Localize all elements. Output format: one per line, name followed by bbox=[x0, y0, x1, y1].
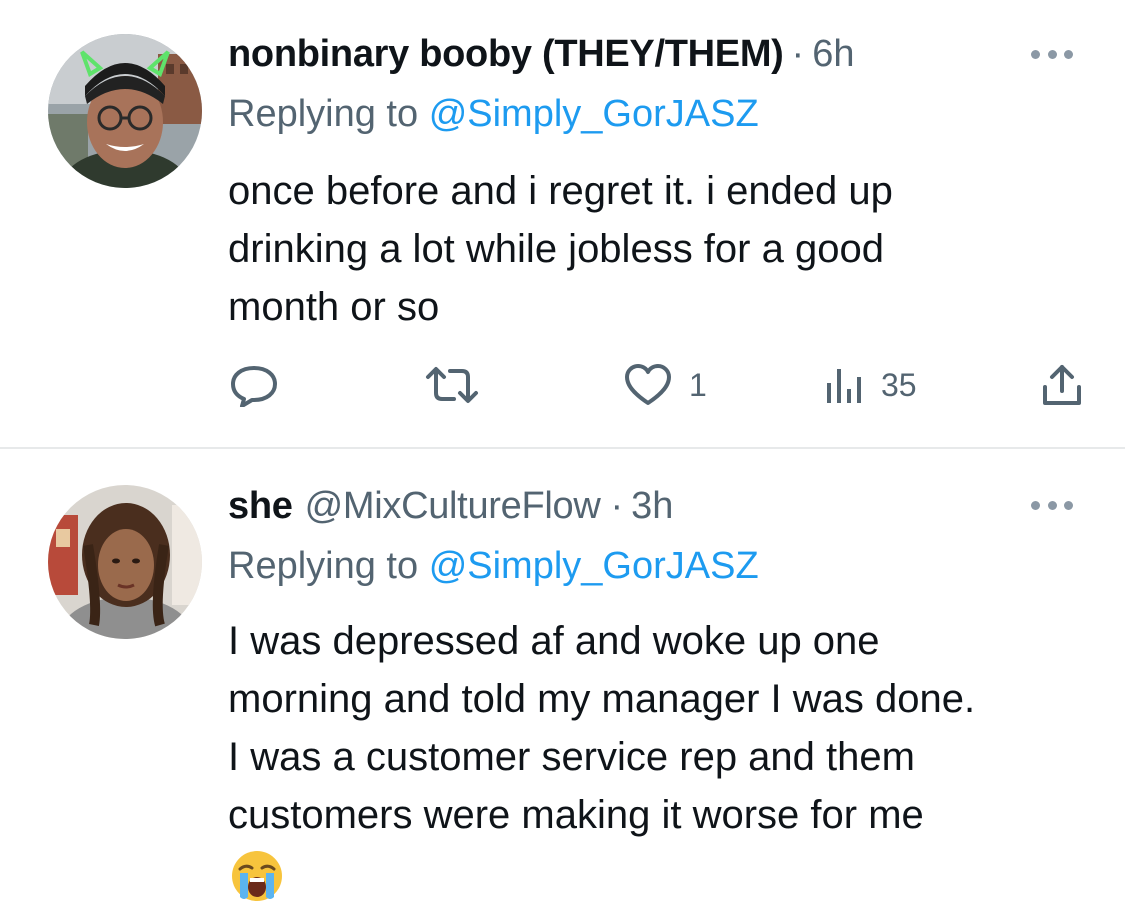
views-button[interactable]: 35 bbox=[823, 360, 917, 410]
separator-dot: · bbox=[610, 485, 624, 527]
handle[interactable]: @MixCultureFlow bbox=[305, 481, 601, 531]
views-icon bbox=[823, 365, 865, 405]
timestamp[interactable]: 6h bbox=[812, 29, 854, 79]
share-button[interactable] bbox=[1040, 360, 1084, 410]
replying-prefix: Replying to bbox=[228, 93, 419, 135]
tweet-reply-2[interactable]: she @MixCultureFlow · 3h Replying to @Si… bbox=[0, 449, 1125, 911]
display-name[interactable]: nonbinary booby (THEY/THEM) bbox=[228, 29, 784, 79]
replying-to: Replying to @Simply_GorJASZ bbox=[228, 541, 759, 591]
tweet-actions: 1 35 bbox=[0, 360, 1125, 410]
avatar[interactable] bbox=[48, 34, 202, 188]
tweet-text: once before and i regret it. i ended up … bbox=[228, 169, 893, 329]
more-options-icon[interactable] bbox=[1031, 44, 1073, 64]
like-count: 1 bbox=[689, 366, 707, 403]
display-name[interactable]: she bbox=[228, 481, 293, 531]
loudly-crying-face-icon bbox=[230, 849, 284, 903]
heart-icon bbox=[623, 363, 673, 407]
reply-button[interactable] bbox=[228, 360, 280, 410]
more-options-icon[interactable] bbox=[1031, 495, 1073, 515]
share-icon bbox=[1040, 363, 1084, 407]
avatar[interactable] bbox=[48, 485, 202, 639]
reply-icon bbox=[228, 363, 280, 407]
retweet-icon bbox=[424, 365, 480, 405]
like-button[interactable]: 1 bbox=[623, 360, 707, 410]
replying-prefix: Replying to bbox=[228, 545, 419, 587]
tweet-header: she @MixCultureFlow · 3h bbox=[228, 481, 673, 531]
replying-to-mention[interactable]: @Simply_GorJASZ bbox=[429, 93, 759, 135]
retweet-button[interactable] bbox=[424, 360, 480, 410]
tweet-reply-1[interactable]: nonbinary booby (THEY/THEM) · 6h Replyin… bbox=[0, 0, 1125, 448]
tweet-text: I was depressed af and woke up one morni… bbox=[228, 619, 976, 837]
tweet-header: nonbinary booby (THEY/THEM) · 6h bbox=[228, 29, 854, 79]
separator-dot: · bbox=[791, 33, 805, 75]
replying-to: Replying to @Simply_GorJASZ bbox=[228, 89, 759, 139]
views-count: 35 bbox=[881, 366, 917, 403]
replying-to-mention[interactable]: @Simply_GorJASZ bbox=[429, 545, 759, 587]
timestamp[interactable]: 3h bbox=[631, 481, 673, 531]
